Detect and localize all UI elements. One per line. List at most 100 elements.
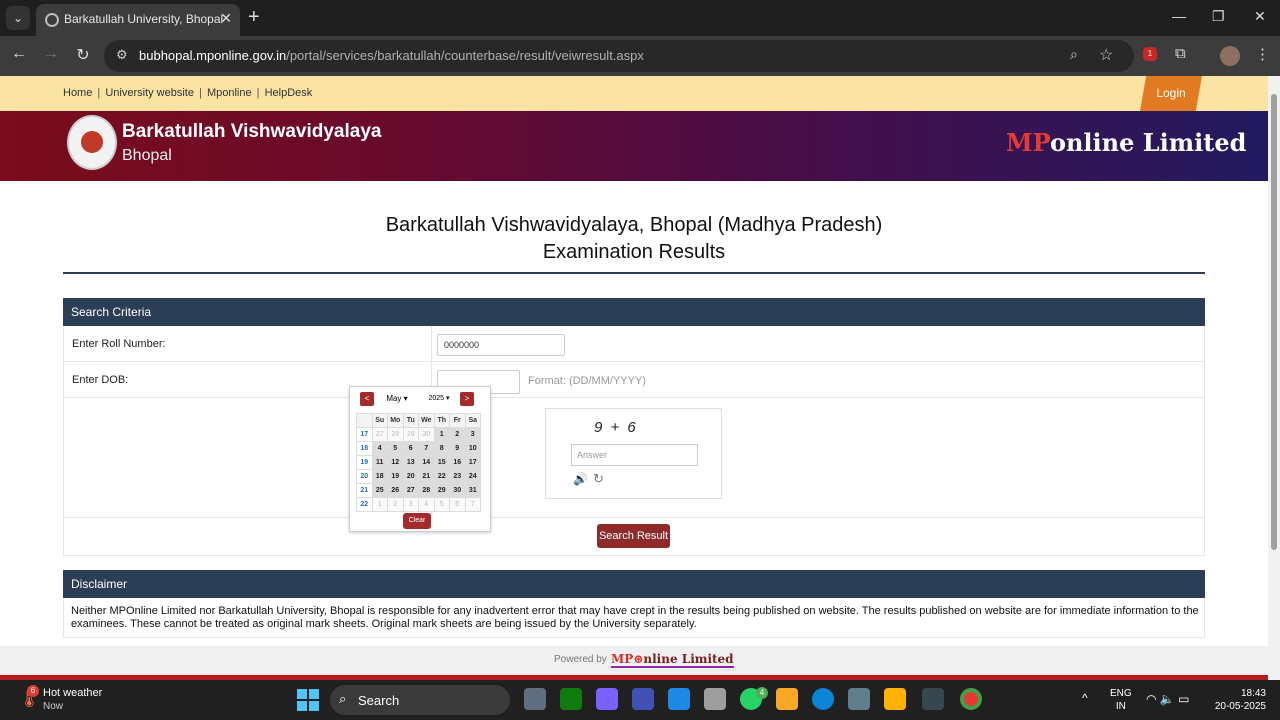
copilot-icon[interactable]	[596, 688, 618, 710]
calendar-day[interactable]: 5	[387, 441, 404, 456]
calendar-day-other-month[interactable]: 28	[387, 427, 404, 442]
calendar-day[interactable]: 16	[449, 455, 466, 470]
calendar-day[interactable]: 19	[387, 469, 404, 484]
link-home[interactable]: Home	[63, 87, 92, 99]
calendar-day[interactable]: 10	[464, 441, 481, 456]
calendar-day-other-month[interactable]: 5	[433, 497, 450, 512]
roll-number-label: Enter Roll Number:	[72, 338, 166, 350]
search-result-button[interactable]: Search Result	[597, 524, 670, 548]
calendar-day[interactable]: 3	[464, 427, 481, 442]
mail-icon[interactable]	[704, 688, 726, 710]
link-university-website[interactable]: University website	[105, 87, 194, 99]
forward-icon[interactable]: →	[40, 45, 62, 63]
roll-number-input[interactable]: 0000000	[437, 334, 565, 356]
photos-icon[interactable]	[848, 688, 870, 710]
system-tray[interactable]: ◠ 🔈 ▭	[1146, 692, 1189, 706]
next-month-button[interactable]: >	[460, 392, 474, 406]
weekday-header: We	[418, 413, 435, 428]
taskbar-search[interactable]: ⌕ Search	[330, 685, 510, 715]
tab-search-chevron-icon[interactable]: ⌄	[6, 6, 30, 30]
scrollbar-thumb[interactable]	[1271, 94, 1277, 550]
calendar-day-other-month[interactable]: 4	[418, 497, 435, 512]
calendar-day[interactable]: 4	[371, 441, 388, 456]
calendar-day-other-month[interactable]: 2	[387, 497, 404, 512]
calendar-day[interactable]: 24	[464, 469, 481, 484]
speaker-icon[interactable]: 🔊	[573, 472, 588, 486]
edge-icon[interactable]	[812, 688, 834, 710]
calendar-day[interactable]: 1	[433, 427, 450, 442]
calendar-day[interactable]: 7	[418, 441, 435, 456]
calendar-day[interactable]: 30	[449, 483, 466, 498]
calendar-day[interactable]: 26	[387, 483, 404, 498]
browser-menu-icon[interactable]: ⋮	[1255, 45, 1270, 63]
week-number: 18	[356, 441, 373, 456]
tray-chevron-icon[interactable]: ^	[1082, 691, 1088, 705]
address-bar[interactable]: ⚙ bubhopal.mponline.gov.in/portal/servic…	[104, 40, 1134, 72]
link-mponline[interactable]: Mponline	[207, 87, 252, 99]
bookmark-star-icon[interactable]: ☆	[1099, 45, 1113, 65]
calendar-day-other-month[interactable]: 30	[418, 427, 435, 442]
calendar-day[interactable]: 8	[433, 441, 450, 456]
calendar-day[interactable]: 28	[418, 483, 435, 498]
calendar-day[interactable]: 27	[402, 483, 419, 498]
link-helpdesk[interactable]: HelpDesk	[265, 87, 313, 99]
calendar-day-other-month[interactable]: 1	[371, 497, 388, 512]
calendar-day[interactable]: 21	[418, 469, 435, 484]
pen-app-icon[interactable]	[632, 688, 654, 710]
calendar-day[interactable]: 18	[371, 469, 388, 484]
calendar-day[interactable]: 25	[371, 483, 388, 498]
profile-avatar[interactable]	[1220, 46, 1240, 66]
task-view-icon[interactable]	[524, 688, 546, 710]
chrome-icon[interactable]	[960, 688, 982, 710]
calendar-day-other-month[interactable]: 3	[402, 497, 419, 512]
file-explorer-icon[interactable]	[776, 688, 798, 710]
language-indicator[interactable]: ENG IN	[1110, 687, 1132, 713]
calendar-day[interactable]: 23	[449, 469, 466, 484]
app-icon[interactable]	[922, 688, 944, 710]
site-info-icon[interactable]: ⚙	[116, 47, 128, 63]
month-select[interactable]: May ▾	[378, 392, 416, 406]
back-icon[interactable]: ←	[8, 45, 30, 63]
calendar-day-other-month[interactable]: 7	[464, 497, 481, 512]
tab-close-icon[interactable]: ✕	[220, 10, 232, 27]
calendar-day[interactable]: 20	[402, 469, 419, 484]
prev-month-button[interactable]: <	[360, 392, 374, 406]
calendar-day-other-month[interactable]: 6	[449, 497, 466, 512]
calendar-day[interactable]: 9	[449, 441, 466, 456]
clock[interactable]: 18:43 20-05-2025	[1210, 687, 1266, 713]
zoom-icon[interactable]: ⌕	[1070, 46, 1078, 63]
window-close-icon[interactable]: ✕	[1254, 8, 1266, 25]
calendar-day[interactable]: 22	[433, 469, 450, 484]
calendar-day[interactable]: 13	[402, 455, 419, 470]
window-minimize-icon[interactable]: —	[1172, 8, 1186, 24]
calendar-day[interactable]: 31	[464, 483, 481, 498]
refresh-icon[interactable]: ↻	[593, 471, 604, 487]
calendar-day[interactable]: 15	[433, 455, 450, 470]
weather-badge: 6	[27, 685, 39, 697]
calendar-day[interactable]: 11	[371, 455, 388, 470]
calendar-day-other-month[interactable]: 27	[371, 427, 388, 442]
extensions-puzzle-icon[interactable]: ⧉	[1175, 45, 1186, 62]
calendar-day[interactable]: 17	[464, 455, 481, 470]
calendar-day[interactable]: 6	[402, 441, 419, 456]
calendar-day[interactable]: 29	[433, 483, 450, 498]
calendar-day[interactable]: 12	[387, 455, 404, 470]
clear-date-button[interactable]: Clear	[403, 513, 431, 529]
window-restore-icon[interactable]: ❐	[1212, 8, 1225, 25]
browser-tab[interactable]: Barkatullah University, Bhopal ✕	[36, 4, 240, 36]
calendar-day-other-month[interactable]: 29	[402, 427, 419, 442]
windows-start-icon[interactable]	[297, 689, 319, 711]
reload-icon[interactable]: ↻	[72, 45, 94, 65]
windows-taskbar: 🌡 6 Hot weather Now ⌕ Search ^ ENG IN ◠ …	[0, 680, 1280, 720]
page-scrollbar[interactable]	[1268, 76, 1280, 680]
calendar-day[interactable]: 14	[418, 455, 435, 470]
calendar-day[interactable]: 2	[449, 427, 466, 442]
xbox-icon[interactable]	[560, 688, 582, 710]
year-select[interactable]: 2025 ▾	[420, 392, 458, 406]
captcha-answer-input[interactable]: Answer	[571, 444, 698, 466]
app-icon[interactable]	[884, 688, 906, 710]
store-icon[interactable]	[668, 688, 690, 710]
mponline-logo-suffix: online Limited	[1049, 128, 1247, 157]
new-tab-icon[interactable]: +	[248, 6, 260, 28]
login-button[interactable]: Login	[1140, 76, 1202, 111]
